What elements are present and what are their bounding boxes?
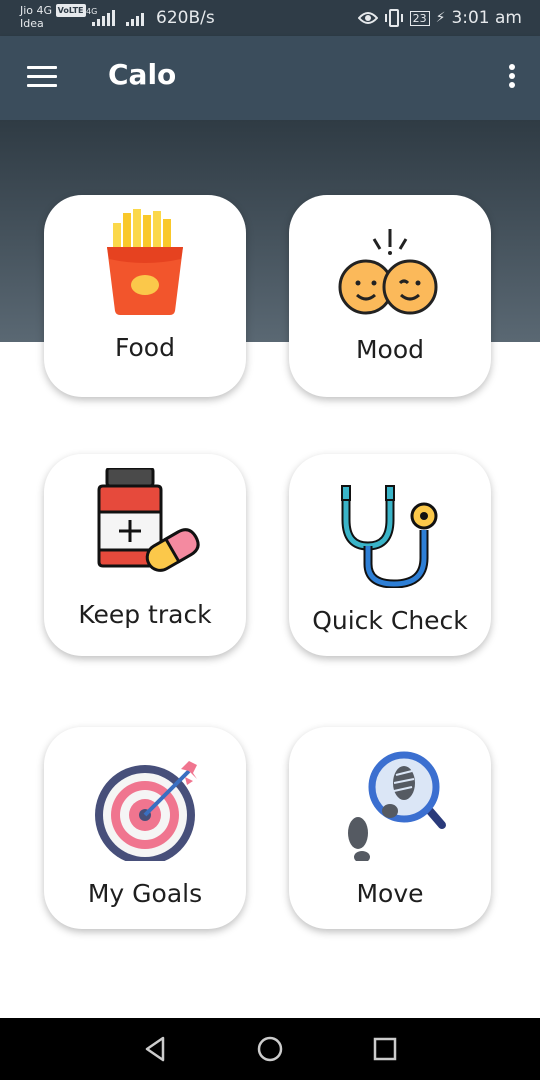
tile-label: Quick Check — [312, 606, 468, 635]
stethoscope-icon — [341, 485, 438, 588]
target-icon — [95, 761, 197, 861]
footsteps-search-icon — [348, 751, 446, 861]
tile-label: Mood — [355, 335, 425, 364]
tile-move[interactable]: Move — [289, 727, 491, 929]
carrier-info: Jio 4G VoLTE Idea — [20, 4, 86, 30]
french-fries-icon — [107, 209, 183, 315]
mood-faces-icon — [338, 229, 438, 315]
tile-label: Move — [356, 879, 424, 908]
tile-label: My Goals — [87, 879, 203, 908]
hamburger-menu-icon[interactable] — [27, 66, 57, 88]
signal-icon-2 — [126, 13, 144, 26]
app-title: Calo — [108, 58, 177, 91]
medicine-icon — [97, 468, 200, 572]
home-icon[interactable] — [255, 1034, 285, 1064]
signal-icon — [92, 10, 115, 26]
tile-keep-track[interactable]: Keep track — [44, 454, 246, 656]
vibrate-icon — [384, 9, 403, 27]
back-icon[interactable] — [141, 1034, 171, 1064]
more-options-icon[interactable] — [508, 64, 516, 92]
network-speed: 620B/s — [156, 8, 215, 28]
status-right: 23 ⚡ 3:01 am — [357, 8, 522, 28]
carrier-jio: Jio 4G — [20, 4, 53, 17]
recents-icon[interactable] — [370, 1034, 400, 1064]
battery-level: 23 — [409, 10, 430, 26]
charging-icon: ⚡ — [435, 10, 446, 26]
carrier-idea: Idea — [20, 17, 44, 30]
eye-icon — [357, 12, 378, 24]
status-bar: Jio 4G VoLTE Idea 4G 620B/s 23 ⚡ 3:01 am — [0, 0, 540, 36]
volte-badge: VoLTE — [55, 4, 86, 17]
tile-quick-check[interactable]: Quick Check — [289, 454, 491, 656]
tile-label: Keep track — [78, 600, 212, 629]
app-bar: Calo — [0, 36, 540, 120]
tile-food[interactable]: Food — [44, 195, 246, 397]
tile-my-goals[interactable]: My Goals — [44, 727, 246, 929]
clock: 3:01 am — [451, 8, 522, 28]
navigation-bar — [0, 1018, 540, 1080]
tile-mood[interactable]: Mood — [289, 195, 491, 397]
tile-label: Food — [115, 333, 175, 362]
